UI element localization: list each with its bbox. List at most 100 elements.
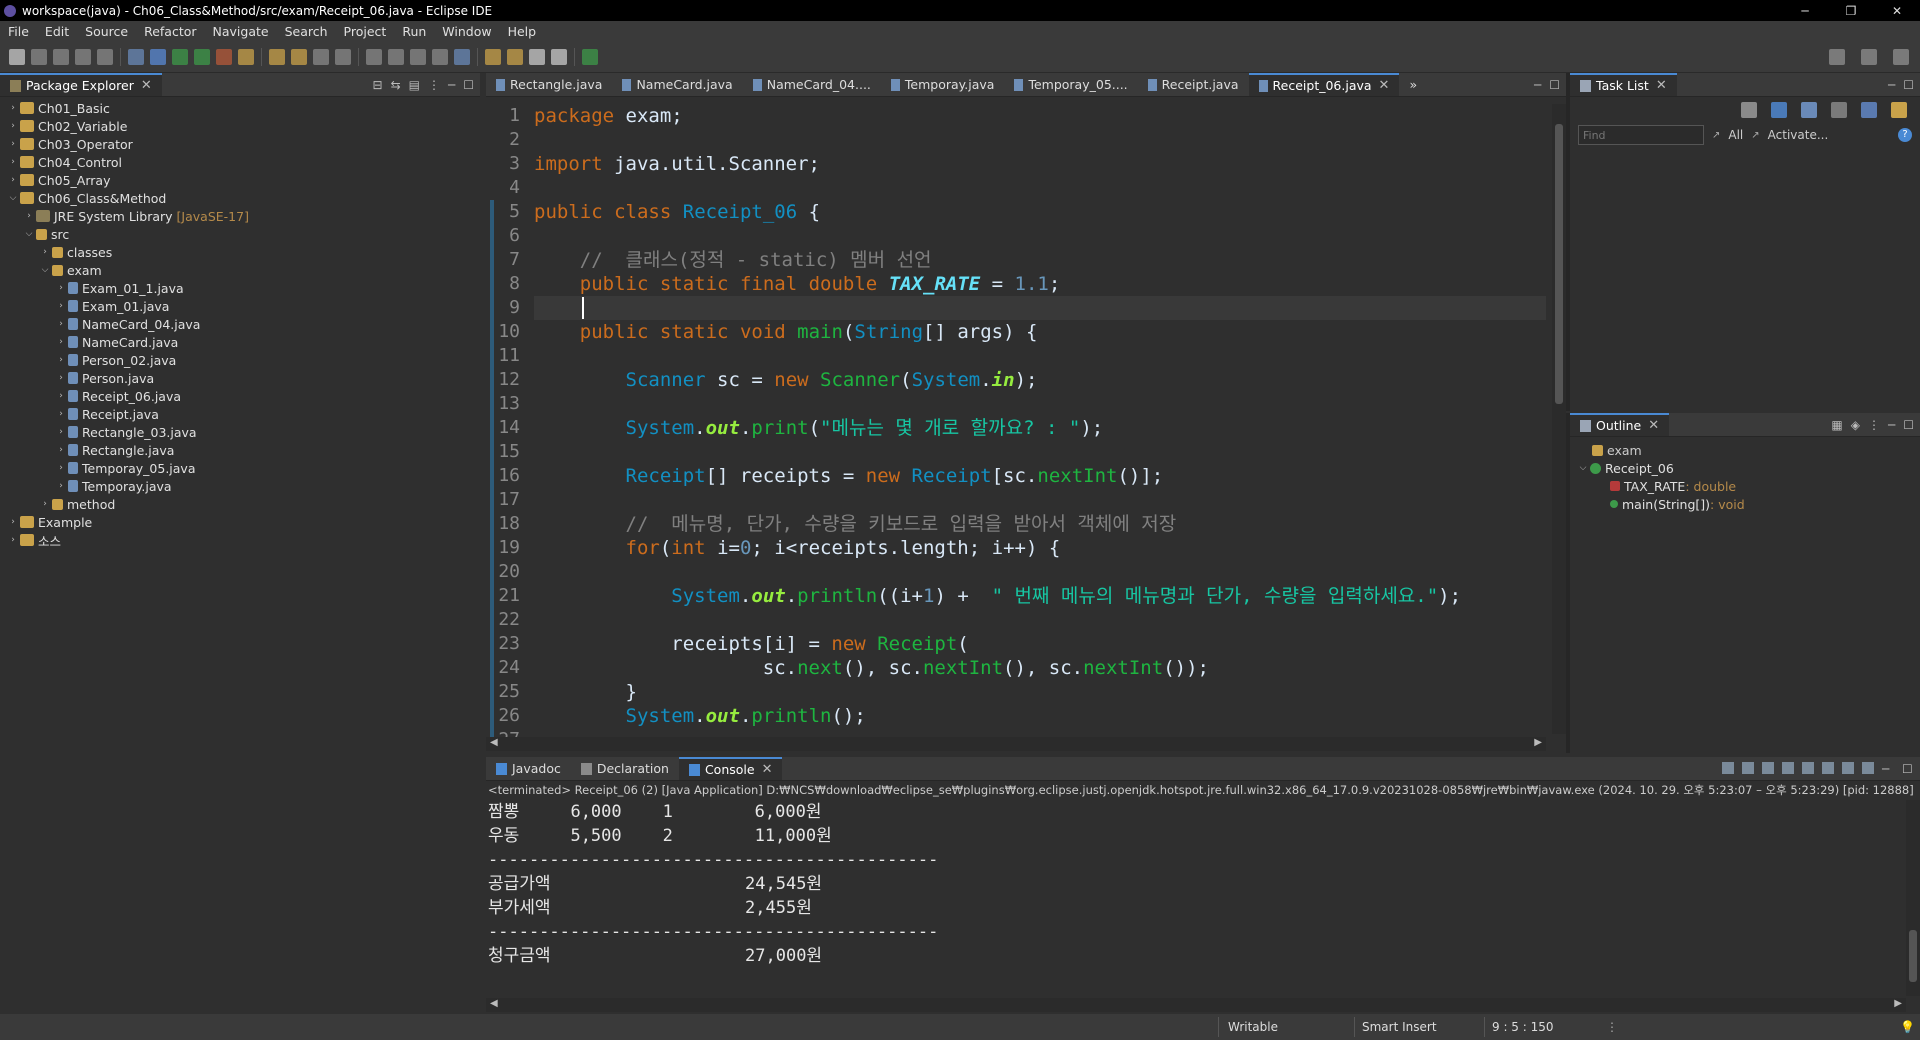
- outline-method[interactable]: main(String[]) : void: [1570, 495, 1920, 513]
- code-line[interactable]: }: [534, 680, 1546, 704]
- undo-icon[interactable]: [75, 48, 91, 65]
- menu-run[interactable]: Run: [394, 24, 434, 39]
- scroll-thumb[interactable]: [1909, 930, 1917, 982]
- code-line[interactable]: for(int i=0; i<receipts.length; i++) {: [534, 536, 1546, 560]
- filter-icon[interactable]: ▤: [409, 78, 420, 92]
- tree-item[interactable]: › Rectangle.java: [0, 441, 480, 459]
- back-icon[interactable]: [485, 48, 501, 65]
- next-annotation-icon[interactable]: [366, 48, 382, 65]
- menu-project[interactable]: Project: [336, 24, 395, 39]
- chevron-right-icon[interactable]: ›: [38, 499, 52, 509]
- scheduled-icon[interactable]: [1801, 102, 1817, 118]
- code-line[interactable]: [534, 488, 1546, 512]
- collapse-icon[interactable]: [1861, 102, 1877, 118]
- tab-outline[interactable]: Outline ✕: [1570, 413, 1670, 436]
- code-line[interactable]: receipts[i] = new Receipt(: [534, 632, 1546, 656]
- chevron-right-icon[interactable]: ›: [54, 319, 68, 329]
- editor-tab[interactable]: Rectangle.java: [486, 73, 612, 96]
- outline-field[interactable]: TAX_RATE : double: [1570, 477, 1920, 495]
- chevron-right-icon[interactable]: ›: [6, 175, 20, 185]
- tab-javadoc[interactable]: Javadoc: [486, 757, 571, 780]
- search-icon[interactable]: [313, 48, 329, 65]
- editor-tab[interactable]: Temporay.java: [881, 73, 1005, 96]
- status-cursor-position[interactable]: 9 : 5 : 150: [1492, 1020, 1554, 1034]
- link-editor-icon[interactable]: ⇆: [391, 78, 401, 92]
- code-line[interactable]: System.out.println();: [534, 704, 1546, 728]
- editor-tab[interactable]: Receipt_06.java ✕: [1248, 73, 1400, 96]
- chevron-down-icon[interactable]: ⌵: [6, 193, 20, 203]
- menu-source[interactable]: Source: [77, 24, 136, 39]
- maximize-view-icon[interactable]: ☐: [1903, 78, 1914, 92]
- code-line[interactable]: [534, 560, 1546, 584]
- nav-forward-icon[interactable]: [551, 48, 567, 65]
- scroll-lock-icon[interactable]: [1782, 762, 1794, 774]
- outline-package[interactable]: exam: [1570, 441, 1920, 459]
- maximize-button[interactable]: ❐: [1828, 4, 1874, 18]
- status-menu-icon[interactable]: ⋮: [1606, 1020, 1618, 1034]
- tree-item[interactable]: › Receipt.java: [0, 405, 480, 423]
- run-icon[interactable]: [172, 48, 188, 65]
- code-line[interactable]: sc.next(), sc.nextInt(), sc.nextInt());: [534, 656, 1546, 680]
- tab-package-explorer[interactable]: Package Explorer ✕: [0, 73, 162, 96]
- chevron-right-icon[interactable]: ›: [6, 121, 20, 131]
- remove-all-icon[interactable]: [1762, 762, 1774, 774]
- tree-item[interactable]: › classes: [0, 243, 480, 261]
- all-link[interactable]: All: [1728, 128, 1743, 142]
- chevron-right-icon[interactable]: ›: [54, 391, 68, 401]
- maximize-view-icon[interactable]: ☐: [1902, 762, 1914, 776]
- chevron-down-icon[interactable]: ⌵: [22, 229, 36, 239]
- view-menu-icon[interactable]: ⋮: [1868, 418, 1880, 432]
- tree-item[interactable]: › Person.java: [0, 369, 480, 387]
- code-line[interactable]: public static final double TAX_RATE = 1.…: [534, 272, 1546, 296]
- last-edit-icon[interactable]: [529, 48, 545, 65]
- sync-icon[interactable]: [1891, 102, 1907, 118]
- code-line[interactable]: Scanner sc = new Scanner(System.in);: [534, 368, 1546, 392]
- chevron-right-icon[interactable]: ›: [54, 481, 68, 491]
- open-perspective-icon[interactable]: [582, 48, 598, 65]
- remove-launch-icon[interactable]: [1742, 762, 1754, 774]
- code-line[interactable]: [534, 176, 1546, 200]
- word-wrap-icon[interactable]: [1802, 762, 1814, 774]
- close-icon[interactable]: ✕: [1379, 78, 1390, 93]
- editor-tab[interactable]: Temporay_05....: [1004, 73, 1137, 96]
- code-line[interactable]: public static void main(String[] args) {: [534, 320, 1546, 344]
- hide-completed-icon[interactable]: [1831, 102, 1847, 118]
- editor-vertical-scrollbar[interactable]: [1552, 104, 1566, 734]
- code-line[interactable]: [534, 224, 1546, 248]
- perspective-icon[interactable]: [1861, 48, 1877, 65]
- tree-item[interactable]: › Ch03_Operator: [0, 135, 480, 153]
- pin-icon[interactable]: [410, 48, 426, 65]
- code-line[interactable]: [534, 392, 1546, 416]
- menu-help[interactable]: Help: [500, 24, 545, 39]
- close-icon[interactable]: ✕: [1648, 418, 1659, 433]
- editor-horizontal-scrollbar[interactable]: ◀ ▶: [486, 737, 1546, 751]
- new-icon[interactable]: [9, 48, 25, 65]
- menu-refactor[interactable]: Refactor: [136, 24, 204, 39]
- collapse-all-icon[interactable]: ⊟: [373, 78, 383, 92]
- close-button[interactable]: ✕: [1874, 4, 1920, 18]
- save-icon[interactable]: [31, 48, 47, 65]
- tree-item[interactable]: › method: [0, 495, 480, 513]
- sort-icon[interactable]: ▦: [1831, 418, 1842, 432]
- tab-declaration[interactable]: Declaration: [571, 757, 679, 780]
- editor-tab[interactable]: Receipt.java: [1138, 73, 1249, 96]
- help-icon[interactable]: ?: [1898, 128, 1912, 142]
- code-line[interactable]: System.out.print("메뉴는 몇 개로 할까요? : ");: [534, 416, 1546, 440]
- maximize-view-icon[interactable]: ☐: [1903, 418, 1914, 432]
- code-line[interactable]: Receipt[] receipts = new Receipt[sc.next…: [534, 464, 1546, 488]
- display-console-icon[interactable]: [1842, 762, 1854, 774]
- code-line[interactable]: import java.util.Scanner;: [534, 152, 1546, 176]
- hide-fields-icon[interactable]: ◈: [1851, 418, 1860, 432]
- console-output[interactable]: 짬뽕 6,000 1 6,000원 우동 5,500 2 11,000원 -----…: [486, 800, 1920, 1000]
- pin-console-icon[interactable]: [1822, 762, 1834, 774]
- console-scrollbar[interactable]: [1906, 800, 1920, 996]
- new-task-icon[interactable]: [1741, 102, 1757, 118]
- open-folder-icon[interactable]: [291, 48, 307, 65]
- debug-icon[interactable]: [150, 48, 166, 65]
- code-line[interactable]: System.out.println((i+1) + " 번째 메뉴의 메뉴명과…: [534, 584, 1546, 608]
- tree-item[interactable]: › Temporay.java: [0, 477, 480, 495]
- maximize-view-icon[interactable]: ☐: [463, 78, 474, 92]
- scroll-thumb[interactable]: [1555, 124, 1563, 404]
- minimize-view-icon[interactable]: ─: [448, 78, 455, 92]
- minimize-view-icon[interactable]: ─: [1882, 762, 1894, 776]
